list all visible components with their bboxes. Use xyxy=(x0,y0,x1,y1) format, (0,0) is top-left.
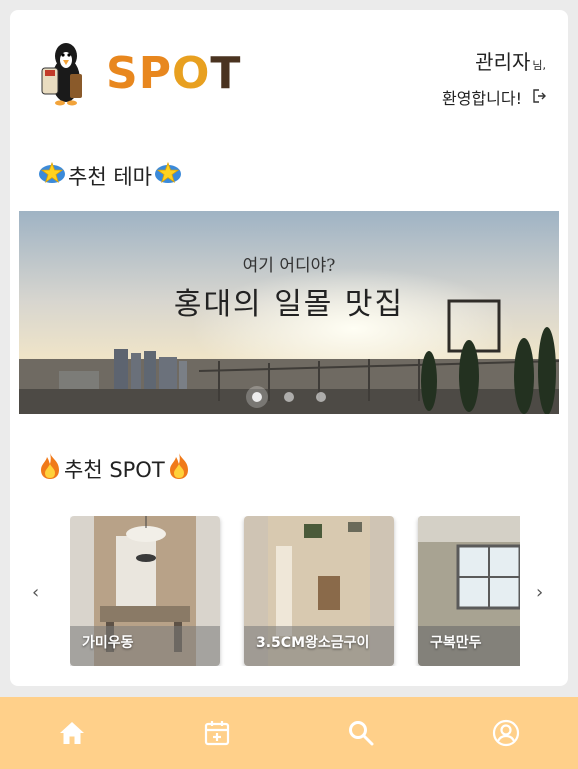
spot-prev-arrow[interactable]: ‹ xyxy=(32,582,39,603)
welcome-text: 환영합니다! xyxy=(441,89,522,108)
user-suffix: 님, xyxy=(532,59,546,72)
profile-icon xyxy=(492,719,519,747)
theme-section-title: 추천 테마 xyxy=(38,160,182,191)
calendar-add-icon xyxy=(204,721,229,746)
bottom-nav xyxy=(0,697,578,769)
spot-card[interactable]: 구복만두 xyxy=(418,516,520,666)
user-name: 관리자 xyxy=(475,50,531,74)
spot-next-arrow[interactable]: › xyxy=(536,582,543,603)
fire-icon xyxy=(38,452,62,485)
banner-title: 홍대의 일몰 맛집 xyxy=(173,287,405,322)
welcome-area: 관리자 님, 환영합니다! xyxy=(442,46,546,109)
carousel-dot[interactable] xyxy=(252,392,262,402)
theme-banner[interactable]: 여기 어디야? 홍대의 일몰 맛집 xyxy=(19,211,559,414)
spot-title-text: 추천 SPOT xyxy=(64,457,165,482)
spot-label: 3.5CM왕소금구이 xyxy=(256,635,370,651)
spot-card[interactable]: 가미우동 xyxy=(70,516,220,666)
home-icon xyxy=(60,722,85,744)
spot-label: 구복만두 xyxy=(430,635,482,651)
spot-section-title: 추천 SPOT xyxy=(38,452,191,485)
logout-icon[interactable] xyxy=(532,88,546,107)
star-icon xyxy=(154,160,182,191)
search-icon xyxy=(349,721,374,746)
nav-calendar[interactable] xyxy=(187,703,247,763)
spot-card[interactable]: 3.5CM왕소금구이 xyxy=(244,516,394,666)
nav-home[interactable] xyxy=(42,703,102,763)
nav-search[interactable] xyxy=(331,703,391,763)
spot-logo[interactable]: SPOT xyxy=(36,30,240,108)
carousel-dots xyxy=(19,392,559,402)
penguin-mascot-icon xyxy=(41,43,82,106)
carousel-dot[interactable] xyxy=(284,392,294,402)
banner-subtitle: 여기 어디야? xyxy=(242,256,336,276)
logo-text: SPOT xyxy=(106,48,242,99)
fire-icon xyxy=(167,452,191,485)
main-card: SPOT 관리자 님, 환영합니다! 추천 테마 여기 어디야? 홍대의 일몰 … xyxy=(10,10,568,686)
star-icon xyxy=(38,160,66,191)
spot-carousel: 가미우동 3.5CM왕소금구이 구복만두 xyxy=(70,516,520,666)
theme-title-text: 추천 테마 xyxy=(68,164,152,189)
spot-label: 가미우동 xyxy=(82,635,134,651)
carousel-dot[interactable] xyxy=(316,392,326,402)
nav-profile[interactable] xyxy=(476,703,536,763)
